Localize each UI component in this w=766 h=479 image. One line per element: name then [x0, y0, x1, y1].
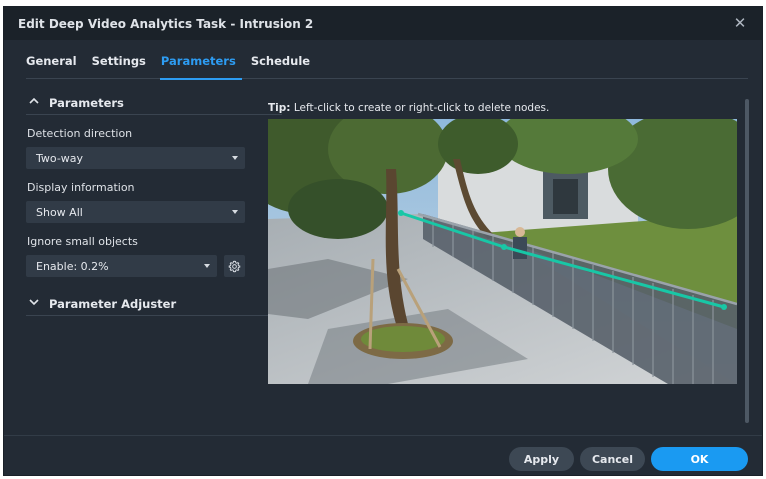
gear-icon [228, 260, 241, 272]
dialog-footer: Apply Cancel OK [4, 435, 762, 475]
tip-prefix: Tip: [268, 102, 291, 114]
dialog-window: Edit Deep Video Analytics Task - Intrusi… [3, 6, 763, 476]
tab-settings[interactable]: Settings [92, 47, 146, 79]
display-information-value: Show All [36, 205, 83, 219]
display-information-label: Display information [27, 181, 135, 194]
parameters-panel: Parameters Detection direction Two-way D… [26, 91, 282, 316]
ok-button[interactable]: OK [651, 447, 748, 471]
parameters-section-header[interactable]: Parameters [26, 91, 282, 115]
window-title: Edit Deep Video Analytics Task - Intrusi… [18, 16, 314, 31]
title-bar: Edit Deep Video Analytics Task - Intrusi… [4, 7, 762, 40]
chevron-down-icon [232, 156, 238, 160]
chevron-down-icon [232, 210, 238, 214]
detection-direction-value: Two-way [36, 151, 84, 165]
object-size-settings-button[interactable] [224, 255, 245, 277]
ignore-small-objects-value: Enable: 0.2% [36, 259, 109, 273]
close-icon[interactable]: ✕ [732, 15, 748, 31]
camera-preview[interactable] [268, 119, 737, 384]
section-title: Parameters [49, 95, 124, 110]
cancel-button[interactable]: Cancel [580, 447, 645, 471]
parameter-adjuster-title: Parameter Adjuster [49, 296, 177, 311]
parameter-adjuster-section-header[interactable]: Parameter Adjuster [26, 292, 282, 316]
tab-bar: General Settings Parameters Schedule [26, 47, 748, 80]
camera-scene [268, 119, 737, 384]
tab-general[interactable]: General [26, 47, 77, 79]
tab-schedule[interactable]: Schedule [251, 47, 310, 79]
tip-message: Left-click to create or right-click to d… [293, 102, 550, 114]
detection-direction-select[interactable]: Two-way [26, 147, 245, 169]
chevron-up-icon [29, 97, 43, 108]
chevron-down-icon [29, 298, 43, 309]
apply-button[interactable]: Apply [509, 447, 574, 471]
tab-parameters[interactable]: Parameters [159, 47, 242, 80]
ignore-small-objects-select[interactable]: Enable: 0.2% [26, 255, 217, 277]
ignore-small-objects-label: Ignore small objects [27, 235, 138, 248]
detection-direction-label: Detection direction [27, 127, 133, 140]
chevron-down-icon [204, 264, 210, 268]
display-information-select[interactable]: Show All [26, 201, 245, 223]
tip-text: Tip: Left-click to create or right-click… [268, 102, 549, 114]
scrollbar[interactable] [745, 99, 749, 423]
